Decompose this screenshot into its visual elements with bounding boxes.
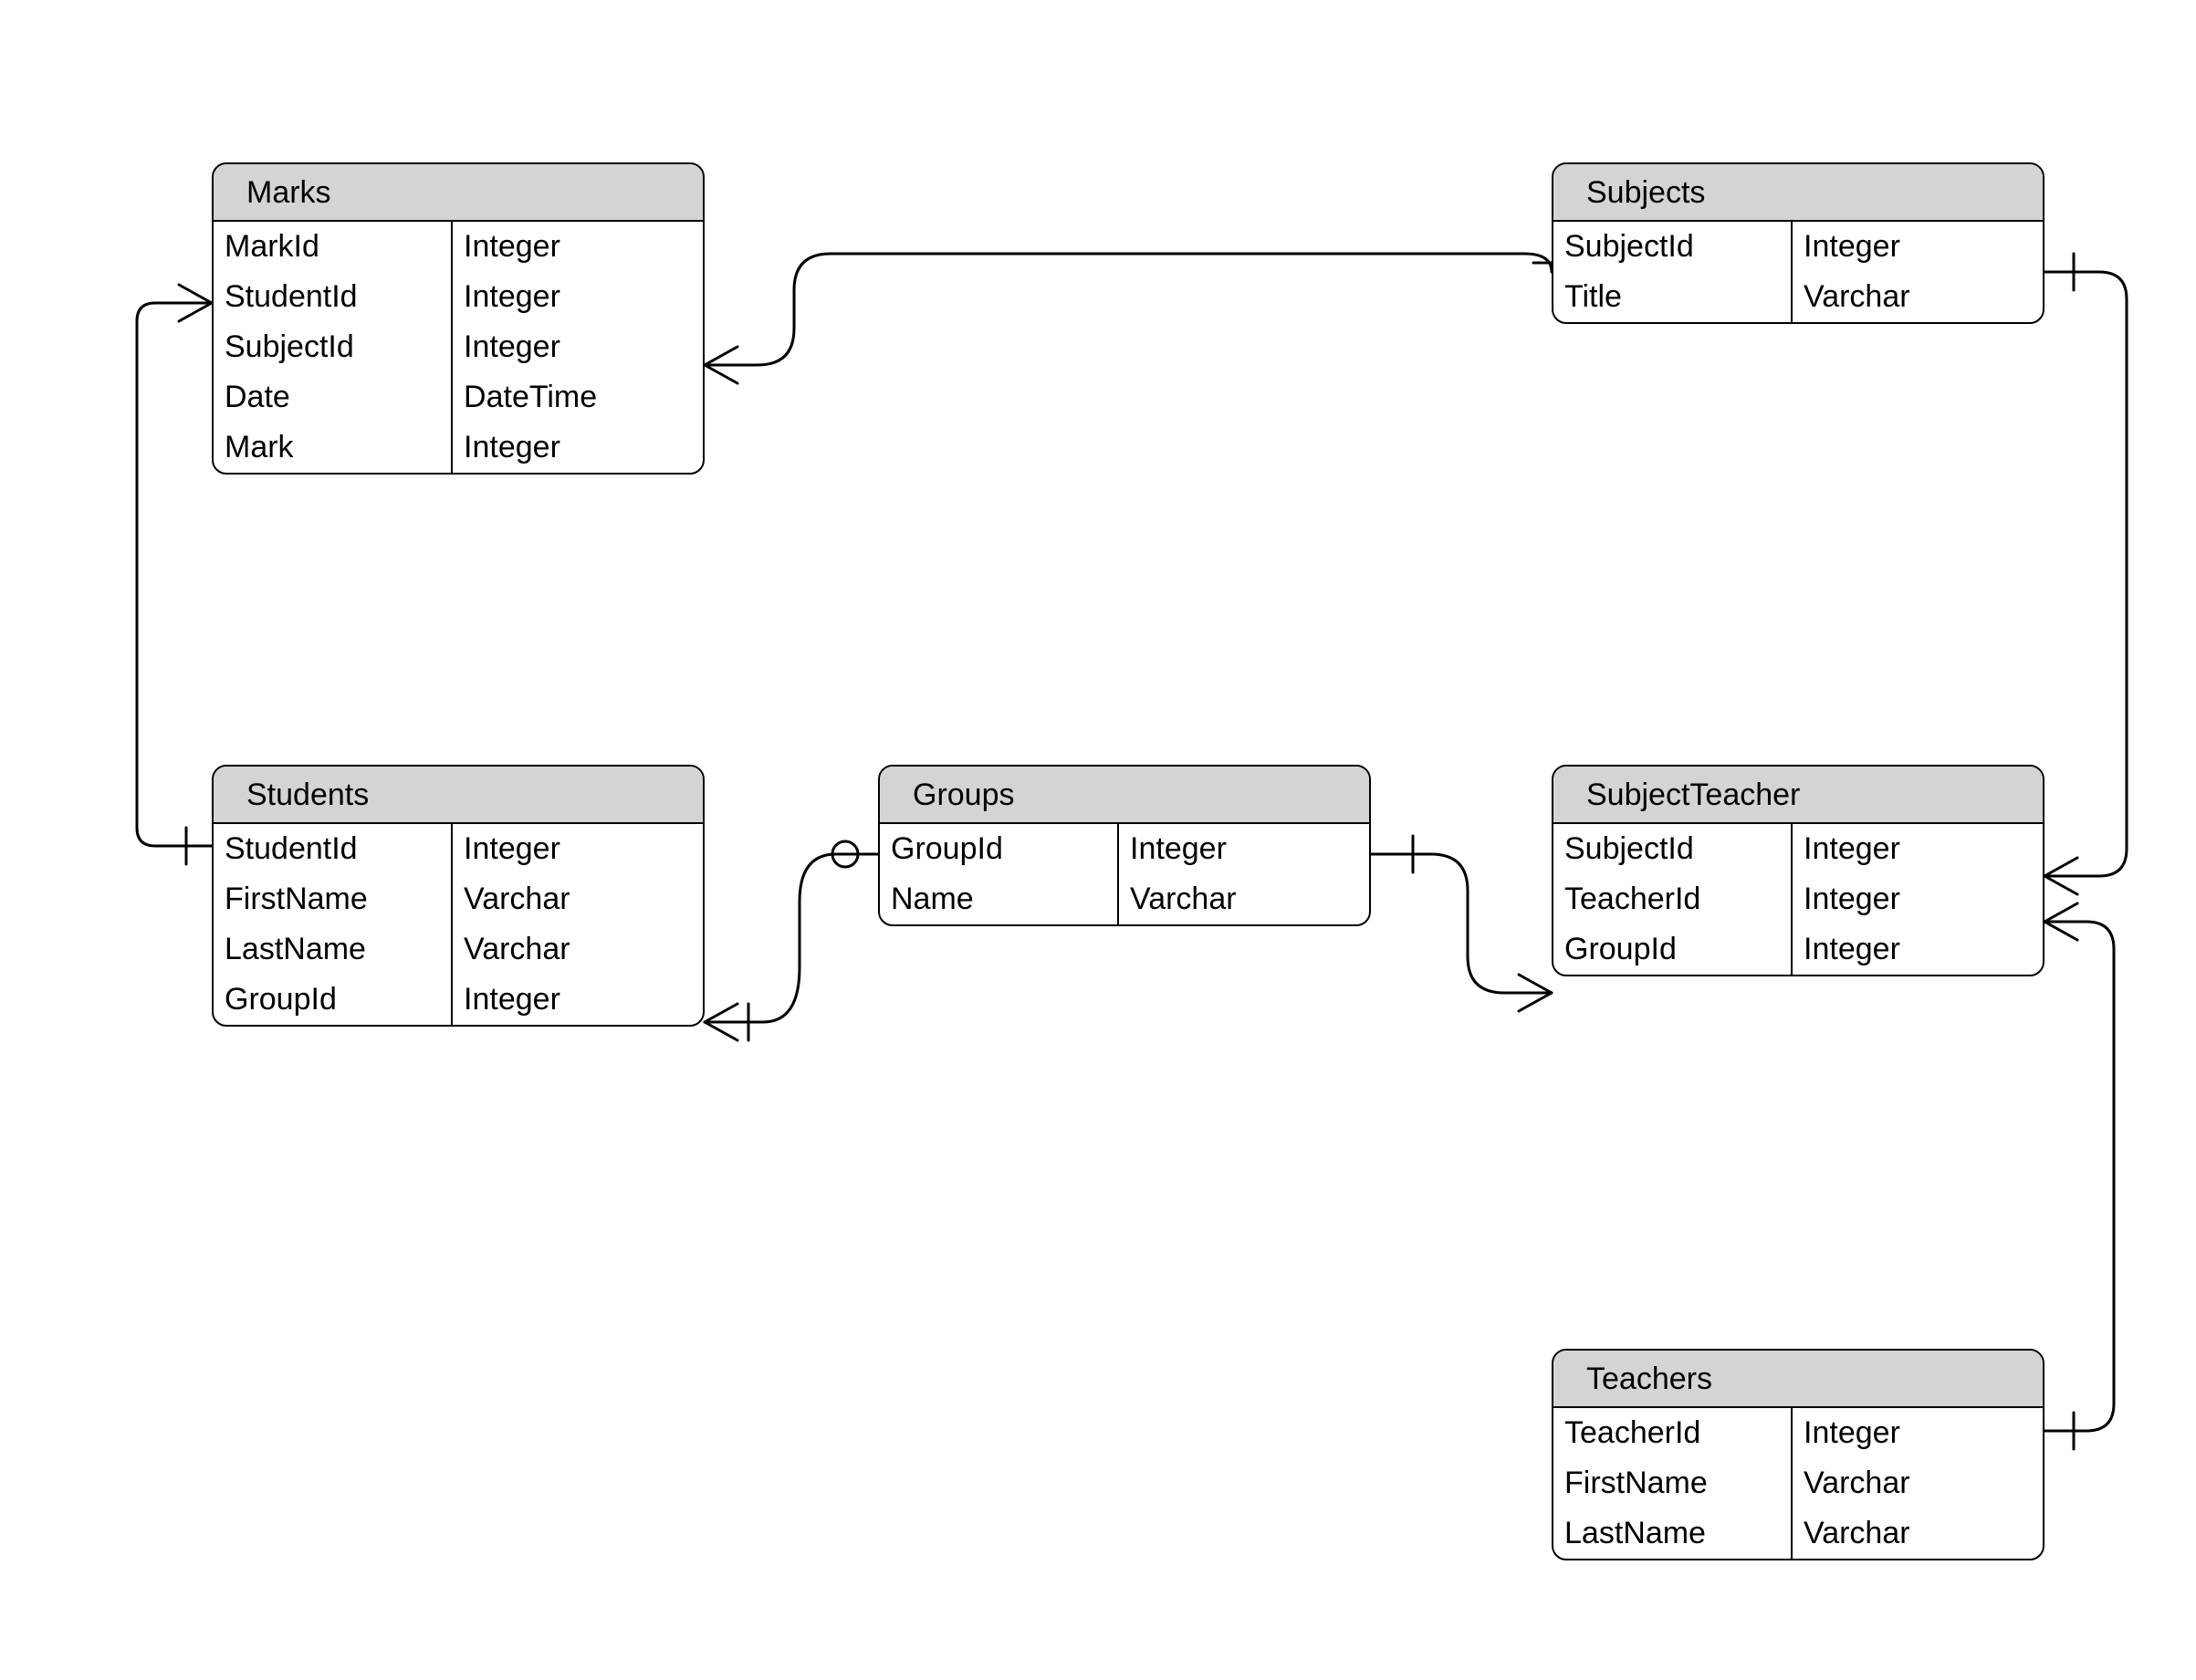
entity-header: Subjects <box>1553 164 2043 222</box>
field-name: Mark <box>214 423 451 473</box>
field-name: LastName <box>214 924 451 975</box>
field-type: Varchar <box>453 874 703 924</box>
field-name: Date <box>214 372 451 423</box>
field-name: GroupId <box>1553 924 1791 975</box>
field-type: Integer <box>1793 924 2043 975</box>
entity-header: Marks <box>214 164 703 222</box>
entity-title: Marks <box>246 175 331 210</box>
field-type: Integer <box>1793 824 2043 874</box>
field-name: LastName <box>1553 1508 1791 1559</box>
field-name: GroupId <box>214 975 451 1025</box>
field-type: Integer <box>453 272 703 322</box>
field-type: Varchar <box>1793 272 2043 322</box>
entity-header: Groups <box>880 767 1369 824</box>
field-type: Integer <box>453 824 703 874</box>
field-name: TeacherId <box>1553 874 1791 924</box>
field-type: Integer <box>453 423 703 473</box>
field-name: StudentId <box>214 272 451 322</box>
field-name: SubjectId <box>1553 824 1791 874</box>
field-name: FirstName <box>1553 1458 1791 1508</box>
field-type: Integer <box>1793 874 2043 924</box>
field-type: Integer <box>1793 1408 2043 1458</box>
entity-title: Subjects <box>1586 175 1705 210</box>
field-name: MarkId <box>214 222 451 272</box>
field-type: Integer <box>453 322 703 372</box>
field-type: Varchar <box>1793 1508 2043 1559</box>
field-name: SubjectId <box>1553 222 1791 272</box>
field-type: Integer <box>1119 824 1369 874</box>
field-name: Title <box>1553 272 1791 322</box>
entity-students[interactable]: Students StudentId FirstName LastName Gr… <box>212 765 705 1027</box>
field-type: Varchar <box>1793 1458 2043 1508</box>
field-name: Name <box>880 874 1117 924</box>
entity-header: Students <box>214 767 703 824</box>
entity-teachers[interactable]: Teachers TeacherId FirstName LastName In… <box>1552 1349 2044 1560</box>
entity-subjects[interactable]: Subjects SubjectId Title Integer Varchar <box>1552 162 2044 324</box>
er-diagram-canvas: Marks MarkId StudentId SubjectId Date Ma… <box>0 0 2196 1680</box>
field-name: GroupId <box>880 824 1117 874</box>
field-type: Varchar <box>453 924 703 975</box>
field-type: Integer <box>1793 222 2043 272</box>
entity-header: Teachers <box>1553 1351 2043 1408</box>
field-name: StudentId <box>214 824 451 874</box>
entity-marks[interactable]: Marks MarkId StudentId SubjectId Date Ma… <box>212 162 705 475</box>
field-name: FirstName <box>214 874 451 924</box>
field-type: DateTime <box>453 372 703 423</box>
entity-header: SubjectTeacher <box>1553 767 2043 824</box>
field-type: Integer <box>453 222 703 272</box>
entity-title: Groups <box>913 777 1015 812</box>
field-type: Integer <box>453 975 703 1025</box>
entity-subject-teacher[interactable]: SubjectTeacher SubjectId TeacherId Group… <box>1552 765 2044 976</box>
field-name: TeacherId <box>1553 1408 1791 1458</box>
entity-title: SubjectTeacher <box>1586 777 1800 812</box>
field-type: Varchar <box>1119 874 1369 924</box>
entity-groups[interactable]: Groups GroupId Name Integer Varchar <box>878 765 1371 926</box>
entity-title: Students <box>246 777 369 812</box>
field-name: SubjectId <box>214 322 451 372</box>
entity-title: Teachers <box>1586 1362 1712 1396</box>
